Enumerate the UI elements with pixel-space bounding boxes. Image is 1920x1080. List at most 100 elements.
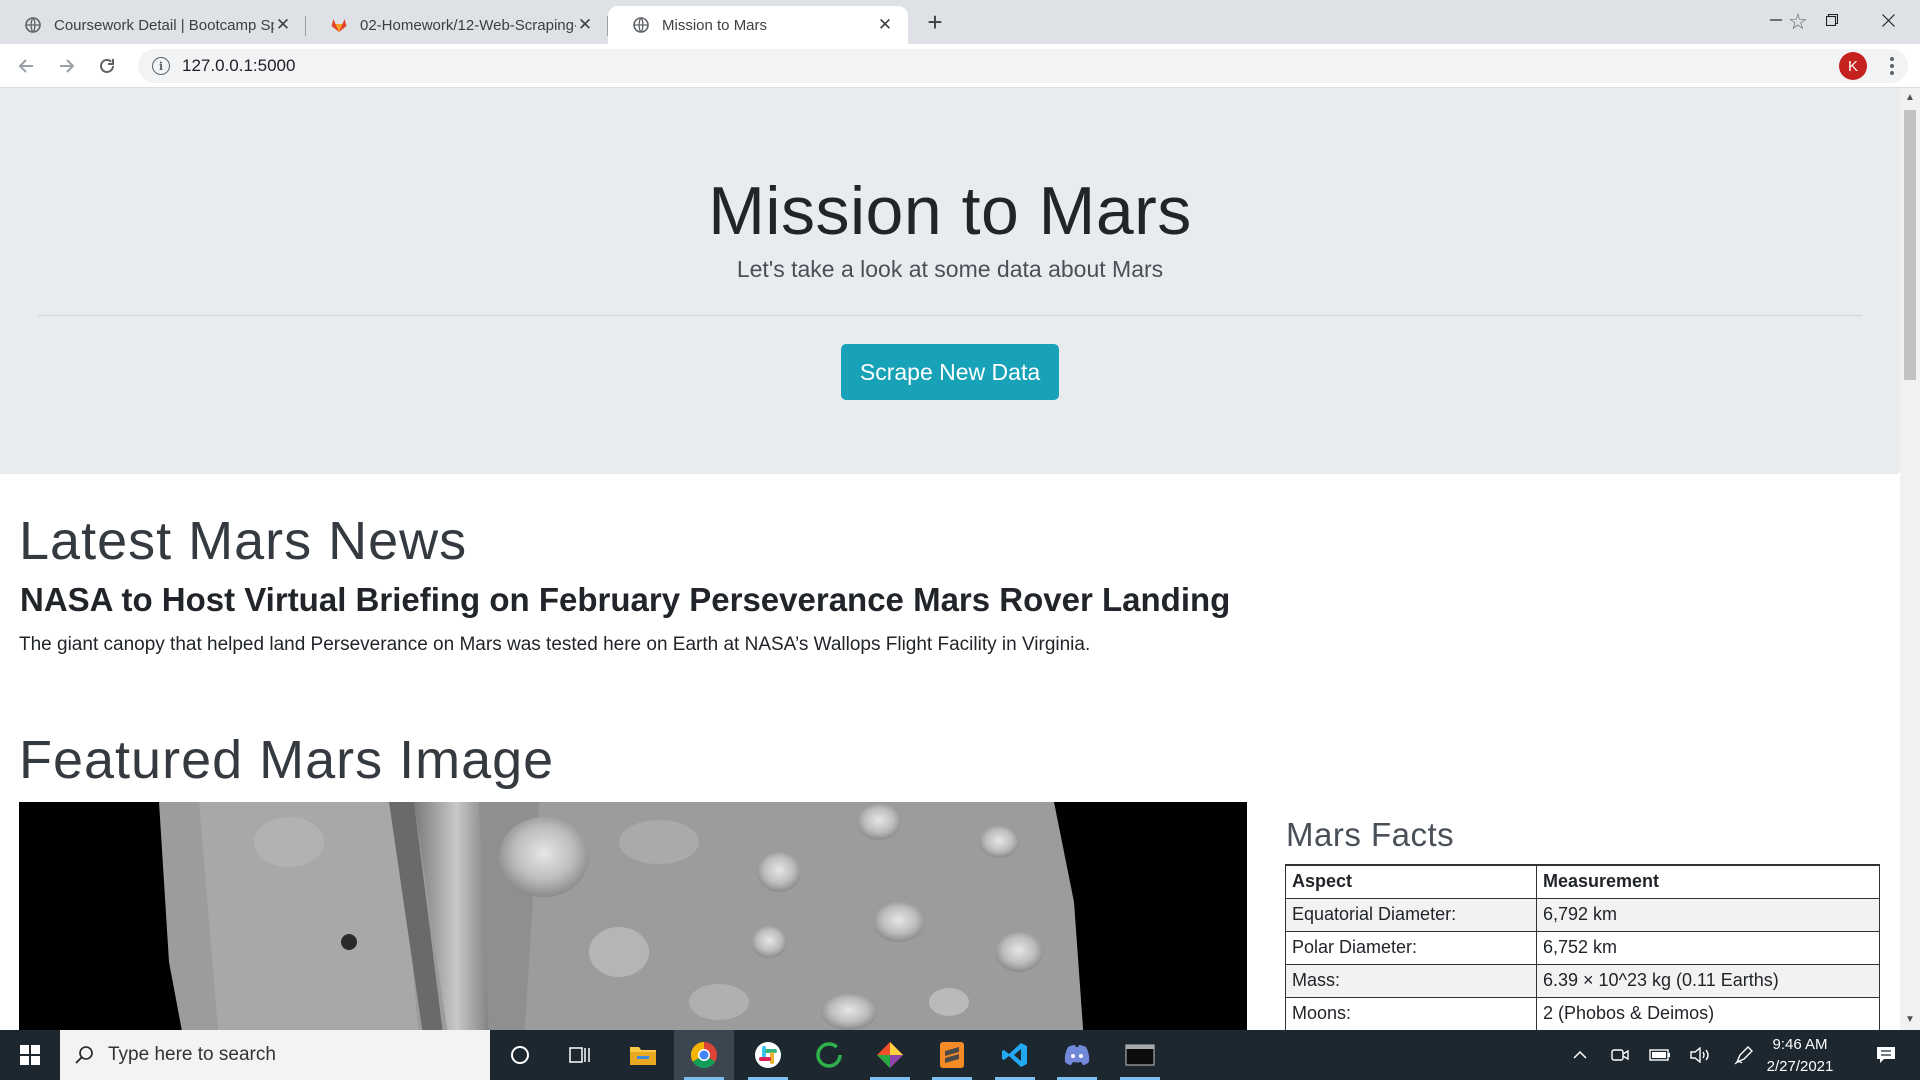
discord-taskbar-button[interactable] xyxy=(1047,1030,1107,1080)
close-tab-icon[interactable]: ✕ xyxy=(576,16,594,34)
page-scrollbar[interactable]: ▲ ▼ xyxy=(1900,88,1920,1030)
green-ring-icon xyxy=(816,1042,842,1068)
notifications-icon[interactable] xyxy=(1866,1030,1906,1080)
mars-surface-image xyxy=(19,802,1247,1030)
table-row: Equatorial Diameter: 6,792 km xyxy=(1285,897,1880,932)
show-hidden-icons-chevron-up-icon[interactable] xyxy=(1566,1030,1594,1080)
url-text: 127.0.0.1:5000 xyxy=(182,56,296,75)
windows-logo-icon xyxy=(20,1045,40,1065)
profile-avatar[interactable]: K xyxy=(1839,52,1867,80)
tab-homework[interactable]: 02-Homework/12-Web-Scraping-and-Document… xyxy=(306,6,608,44)
table-row: Polar Diameter: 6,752 km xyxy=(1285,930,1880,965)
featured-image-heading: Featured Mars Image xyxy=(19,730,555,790)
scroll-down-arrow-icon[interactable]: ▼ xyxy=(1905,1014,1915,1025)
tab-title: 02-Homework/12-Web-Scraping-and-Document… xyxy=(360,16,576,34)
scroll-up-arrow-icon[interactable]: ▲ xyxy=(1905,92,1915,103)
featured-mars-image xyxy=(19,802,1247,1030)
hero-jumbotron: Mission to Mars Let's take a look at som… xyxy=(0,88,1900,474)
task-view-button[interactable] xyxy=(550,1030,610,1080)
chrome-icon xyxy=(690,1041,717,1069)
discord-icon xyxy=(1064,1045,1090,1065)
cortana-circle-icon xyxy=(511,1046,529,1064)
menu-dots-icon[interactable] xyxy=(1884,51,1900,81)
table-cell: Moons: xyxy=(1285,996,1537,1030)
browser-toolbar: i 127.0.0.1:5000 xyxy=(0,44,1920,88)
latest-news-heading: Latest Mars News xyxy=(19,511,468,571)
arrow-left-icon xyxy=(18,59,33,73)
close-window-button[interactable] xyxy=(1860,0,1916,40)
table-cell: 6,792 km xyxy=(1536,897,1880,932)
tab-coursework-detail[interactable]: Coursework Detail | Bootcamp Spot ✕ xyxy=(0,6,306,44)
system-clock[interactable]: 9:46 AM 2/27/2021 xyxy=(1755,1034,1845,1078)
chrome-taskbar-button[interactable] xyxy=(674,1030,734,1080)
page-viewport: Mission to Mars Let's take a look at som… xyxy=(0,88,1900,1030)
tab-title: Mission to Mars xyxy=(662,16,768,34)
table-header-cell: Aspect xyxy=(1285,864,1537,899)
clock-date: 2/27/2021 xyxy=(1766,1058,1834,1075)
forward-button[interactable] xyxy=(51,50,83,82)
table-cell: 6,752 km xyxy=(1536,930,1880,965)
table-cell: Polar Diameter: xyxy=(1285,930,1537,965)
back-button[interactable] xyxy=(10,50,42,82)
page-subtitle: Let's take a look at some data about Mar… xyxy=(736,256,1164,282)
close-tab-icon[interactable]: ✕ xyxy=(876,16,894,34)
clock-time: 9:46 AM xyxy=(1772,1036,1828,1053)
vscode-icon xyxy=(1002,1043,1027,1067)
table-cell: Mass: xyxy=(1285,963,1537,998)
scrollbar-thumb[interactable] xyxy=(1904,110,1916,380)
table-cell: 6.39 × 10^23 kg (0.11 Earths) xyxy=(1536,963,1880,998)
reload-icon xyxy=(100,59,114,73)
terminal-taskbar-button[interactable] xyxy=(1110,1030,1170,1080)
close-icon xyxy=(1881,13,1895,27)
address-bar[interactable]: i 127.0.0.1:5000 xyxy=(138,49,1908,83)
table-row: Moons: 2 (Phobos & Deimos) xyxy=(1285,996,1880,1030)
loading-app-button[interactable] xyxy=(799,1030,859,1080)
windows-taskbar: Type here to search 9:46 AM 2/27/2021 xyxy=(0,1030,1920,1080)
close-tab-icon[interactable]: ✕ xyxy=(274,16,292,34)
minimize-icon xyxy=(1770,19,1782,21)
tab-mission-to-mars[interactable]: Mission to Mars ✕ xyxy=(608,6,908,44)
info-icon[interactable]: i xyxy=(152,57,170,75)
browser-tab-bar: Coursework Detail | Bootcamp Spot ✕ 02-H… xyxy=(0,0,1920,44)
slack-taskbar-button[interactable] xyxy=(738,1030,798,1080)
pen-workspace-icon[interactable] xyxy=(1730,1030,1758,1080)
meet-now-icon[interactable] xyxy=(1606,1030,1634,1080)
git-kraken-taskbar-button[interactable] xyxy=(860,1030,920,1080)
terminal-icon xyxy=(1125,1044,1155,1066)
search-icon xyxy=(75,1046,93,1064)
vscode-taskbar-button[interactable] xyxy=(985,1030,1045,1080)
scrape-new-data-button[interactable]: Scrape New Data xyxy=(841,344,1059,400)
slack-icon xyxy=(755,1042,781,1068)
task-view-icon xyxy=(569,1047,590,1063)
table-row: Mass: 6.39 × 10^23 kg (0.11 Earths) xyxy=(1285,963,1880,998)
news-paragraph: The giant canopy that helped land Persev… xyxy=(19,634,1091,655)
mars-facts-heading: Mars Facts xyxy=(1286,816,1455,853)
gitlab-icon xyxy=(330,16,348,34)
news-headline: NASA to Host Virtual Briefing on Februar… xyxy=(20,581,1231,618)
divider xyxy=(38,315,1862,316)
tab-title: Coursework Detail | Bootcamp Spot xyxy=(54,16,274,34)
table-header-row: Aspect Measurement xyxy=(1285,864,1880,899)
table-cell: Equatorial Diameter: xyxy=(1285,897,1537,932)
search-placeholder: Type here to search xyxy=(108,1044,276,1065)
bookmark-star-icon[interactable]: ☆ xyxy=(1788,11,1808,33)
folder-icon xyxy=(630,1047,656,1065)
restore-icon xyxy=(1826,14,1838,26)
cortana-button[interactable] xyxy=(490,1030,550,1080)
arrow-right-icon xyxy=(60,59,75,73)
sublime-text-taskbar-button[interactable] xyxy=(922,1030,982,1080)
globe-icon xyxy=(24,16,42,34)
restore-button[interactable] xyxy=(1804,0,1860,40)
table-cell: 2 (Phobos & Deimos) xyxy=(1536,996,1880,1030)
reload-button[interactable] xyxy=(91,50,123,82)
mars-facts-table: Aspect Measurement Equatorial Diameter: … xyxy=(1285,864,1880,1030)
file-explorer-button[interactable] xyxy=(613,1030,673,1080)
page-title: Mission to Mars xyxy=(708,173,1192,249)
table-header-cell: Measurement xyxy=(1536,864,1880,899)
new-tab-button[interactable]: + xyxy=(920,8,950,38)
battery-icon[interactable] xyxy=(1646,1030,1674,1080)
start-button[interactable] xyxy=(0,1030,60,1080)
sublime-icon xyxy=(940,1042,964,1068)
taskbar-search-box[interactable]: Type here to search xyxy=(60,1030,490,1080)
volume-icon[interactable] xyxy=(1686,1030,1714,1080)
